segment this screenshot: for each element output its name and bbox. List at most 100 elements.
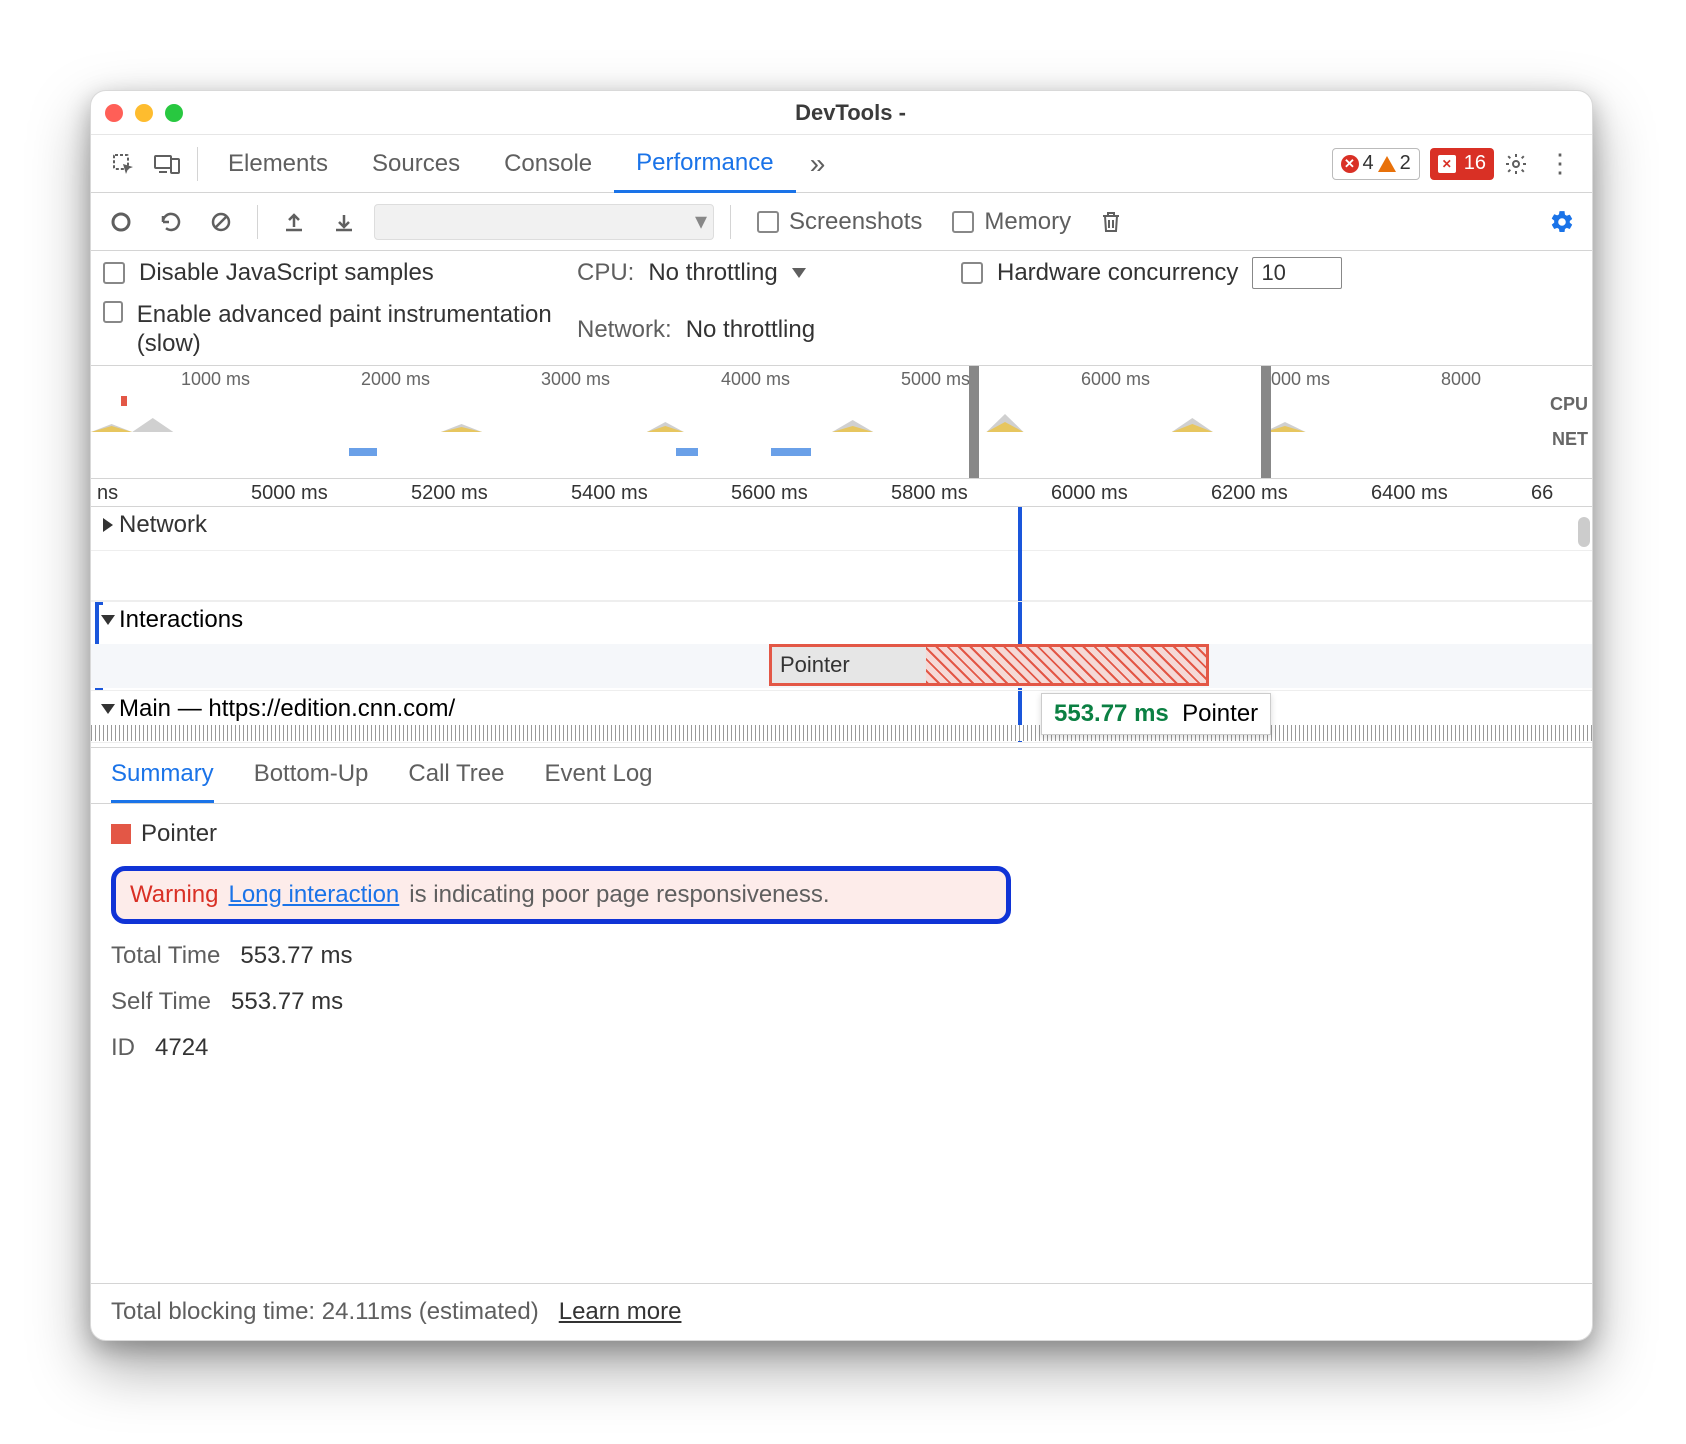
event-swatch: [111, 824, 131, 844]
devtools-tabbar: Elements Sources Console Performance » ✕…: [91, 135, 1592, 193]
tab-elements[interactable]: Elements: [206, 136, 350, 192]
paint-instrumentation-checkbox[interactable]: [103, 301, 123, 323]
total-time-key: Total Time: [111, 942, 220, 970]
main-thread-tasks[interactable]: [91, 725, 1592, 741]
network-label: Network:: [577, 316, 672, 344]
errors-warnings-badge[interactable]: ✕ 4 2: [1332, 148, 1420, 180]
options-row-1: Disable JavaScript samples CPU: No throt…: [91, 251, 1592, 295]
warning-suffix: is indicating poor page responsiveness.: [409, 881, 829, 909]
cpu-value[interactable]: No throttling: [648, 259, 777, 287]
overview-handle-left[interactable]: [969, 366, 979, 479]
error-count: 4: [1363, 152, 1374, 175]
options-row-2: Enable advanced paint instrumentation (s…: [91, 295, 1592, 365]
trash-icon[interactable]: [1091, 202, 1131, 242]
track-interactions-label: Interactions: [119, 606, 243, 634]
tab-performance[interactable]: Performance: [614, 135, 795, 193]
upload-icon[interactable]: [274, 202, 314, 242]
hw-concurrency-label: Hardware concurrency: [997, 259, 1238, 287]
disclose-icon[interactable]: [103, 518, 113, 532]
reload-record-icon[interactable]: [151, 202, 191, 242]
disclose-icon[interactable]: [101, 704, 115, 714]
perf-toolbar: ▾ Screenshots Memory: [91, 193, 1592, 251]
overview-cpu-label: CPU: [1550, 394, 1588, 415]
tab-event-log[interactable]: Event Log: [544, 760, 652, 803]
separator: [257, 205, 258, 239]
self-time-value: 553.77 ms: [231, 988, 343, 1016]
tooltip-time: 553.77 ms: [1054, 700, 1169, 727]
traffic-lights: [105, 104, 183, 122]
overview-ruler: 1000 ms 2000 ms 3000 ms 4000 ms 5000 ms …: [91, 366, 1592, 394]
overview-handle-right[interactable]: [1261, 366, 1271, 479]
track-network-label: Network: [119, 511, 207, 539]
total-time-value: 553.77 ms: [240, 942, 352, 970]
tooltip-label: Pointer: [1182, 700, 1258, 727]
overview-cpu-lane: [91, 398, 1532, 432]
tab-call-tree[interactable]: Call Tree: [408, 760, 504, 803]
screenshots-label: Screenshots: [789, 208, 922, 236]
footer: Total blocking time: 24.11ms (estimated)…: [91, 1283, 1592, 1340]
warning-callout: Warning Long interaction is indicating p…: [111, 866, 1011, 924]
track-main-label: Main — https://edition.cnn.com/: [119, 695, 455, 723]
interaction-hatch: [926, 647, 1206, 683]
settings-icon[interactable]: [1494, 142, 1538, 186]
tab-bottom-up[interactable]: Bottom-Up: [254, 760, 369, 803]
self-time-key: Self Time: [111, 988, 211, 1016]
warning-icon: [1378, 156, 1396, 172]
learn-more-link[interactable]: Learn more: [559, 1298, 682, 1326]
window-title: DevTools -: [183, 100, 1578, 126]
flame-tracks: Network Interactions Pointer Main — http…: [91, 507, 1592, 747]
extension-error-count: 16: [1464, 152, 1486, 175]
memory-checkbox[interactable]: Memory: [952, 208, 1071, 236]
warning-count: 2: [1400, 152, 1411, 175]
extension-error-icon: ✕: [1438, 155, 1456, 173]
detail-ruler[interactable]: ns 5000 ms 5200 ms 5400 ms 5600 ms 5800 …: [91, 479, 1592, 507]
clear-icon[interactable]: [201, 202, 241, 242]
disable-js-label: Disable JavaScript samples: [139, 259, 434, 287]
hw-concurrency-checkbox[interactable]: [961, 262, 983, 284]
minimize-window-button[interactable]: [135, 104, 153, 122]
chevron-down-icon[interactable]: [792, 268, 806, 278]
capture-settings-icon[interactable]: [1542, 202, 1582, 242]
paint-instrumentation-label: Enable advanced paint instrumentation (s…: [137, 301, 563, 359]
zoom-window-button[interactable]: [165, 104, 183, 122]
cpu-label: CPU:: [577, 259, 634, 287]
track-interactions[interactable]: Interactions Pointer: [91, 601, 1592, 691]
track-main[interactable]: Main — https://edition.cnn.com/: [91, 691, 1592, 743]
disable-js-checkbox[interactable]: [103, 262, 125, 284]
scrollbar-thumb[interactable]: [1578, 517, 1590, 547]
tab-summary[interactable]: Summary: [111, 760, 214, 803]
network-value[interactable]: No throttling: [686, 316, 815, 344]
long-interaction-link[interactable]: Long interaction: [228, 881, 399, 909]
record-icon[interactable]: [101, 202, 141, 242]
timeline-overview[interactable]: 1000 ms 2000 ms 3000 ms 4000 ms 5000 ms …: [91, 365, 1592, 479]
separator: [730, 205, 731, 239]
id-value: 4724: [155, 1034, 208, 1062]
track-network[interactable]: Network: [91, 507, 1592, 551]
hw-concurrency-input[interactable]: 10: [1252, 257, 1342, 289]
extension-errors-badge[interactable]: ✕ 16: [1430, 148, 1494, 180]
devtools-window: DevTools - Elements Sources Console Perf…: [90, 90, 1593, 1341]
memory-label: Memory: [984, 208, 1071, 236]
summary-panel: Pointer Warning Long interaction is indi…: [91, 804, 1592, 1283]
screenshots-checkbox[interactable]: Screenshots: [757, 208, 922, 236]
track-spacer: [91, 551, 1592, 601]
more-menu-icon[interactable]: ⋮: [1538, 142, 1582, 186]
interaction-event-label: Pointer: [780, 652, 850, 678]
interaction-event[interactable]: Pointer: [769, 644, 1209, 686]
hover-tooltip: 553.77 ms Pointer: [1041, 693, 1271, 735]
recording-select[interactable]: ▾: [374, 204, 714, 240]
device-toggle-icon[interactable]: [145, 142, 189, 186]
download-icon[interactable]: [324, 202, 364, 242]
close-window-button[interactable]: [105, 104, 123, 122]
error-icon: ✕: [1341, 155, 1359, 173]
tab-console[interactable]: Console: [482, 136, 614, 192]
id-key: ID: [111, 1034, 135, 1062]
more-tabs-icon[interactable]: »: [796, 142, 840, 186]
tab-sources[interactable]: Sources: [350, 136, 482, 192]
disclose-icon[interactable]: [101, 615, 115, 625]
inspect-icon[interactable]: [101, 142, 145, 186]
overview-net-lane: [91, 442, 1532, 460]
tbt-text: Total blocking time: 24.11ms (estimated): [111, 1298, 539, 1326]
overview-net-label: NET: [1550, 429, 1588, 450]
details-tabs: Summary Bottom-Up Call Tree Event Log: [91, 747, 1592, 804]
